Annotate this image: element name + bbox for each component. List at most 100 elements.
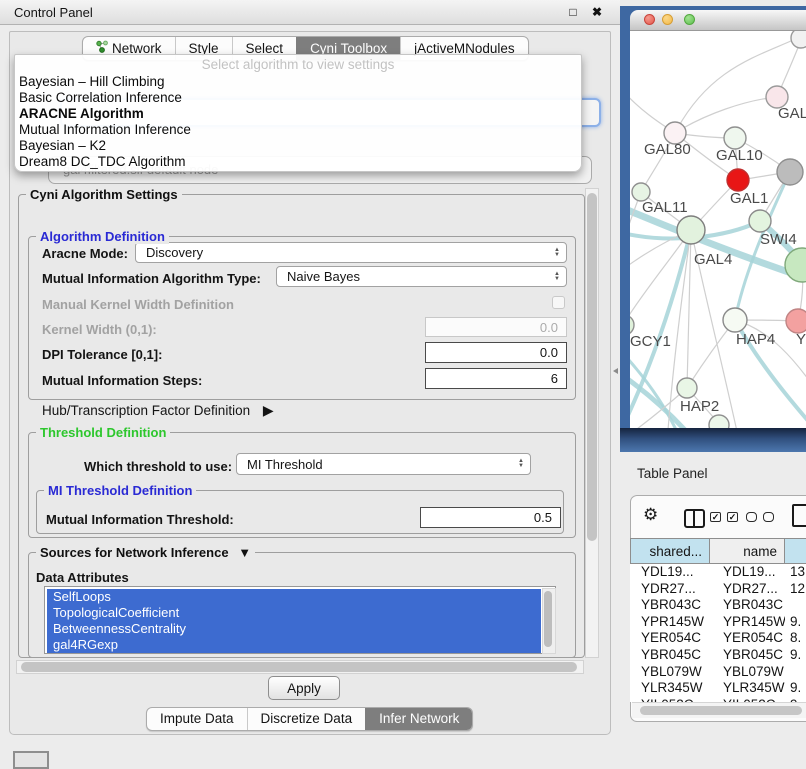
table-cell: YPR145W xyxy=(710,614,785,631)
table-panel-title: Table Panel xyxy=(637,466,708,481)
table-body: YDL19...YDL19...13YDR27...YDR27...12YBR0… xyxy=(630,564,806,702)
table-row[interactable]: YBR043CYBR043C xyxy=(630,597,806,614)
collapsed-arrow-icon: ▶ xyxy=(263,402,274,418)
network-node-y[interactable] xyxy=(786,309,806,333)
select-all-checkbox-icon[interactable]: ✓ xyxy=(710,512,721,522)
table-row[interactable]: YER054CYER054C8. xyxy=(630,630,806,647)
select-all-checkbox-icon[interactable]: ✓ xyxy=(727,512,738,522)
spinner-icon: ▲▼ xyxy=(554,272,560,282)
algorithm-option[interactable]: Bayesian – Hill Climbing xyxy=(15,74,581,90)
apply-button[interactable]: Apply xyxy=(268,676,340,700)
table-row[interactable]: YBL079WYBL079W xyxy=(630,664,806,681)
algorithm-option[interactable]: ARACNE Algorithm xyxy=(15,106,581,122)
table-row[interactable]: YPR145WYPR145W9. xyxy=(630,614,806,631)
network-node-gal10[interactable] xyxy=(724,127,746,149)
aracne-mode-combo[interactable]: Discovery ▲▼ xyxy=(135,242,567,263)
deselect-checkbox-icon[interactable] xyxy=(746,512,757,522)
network-node-swi4[interactable] xyxy=(749,210,771,232)
data-attribute-item[interactable]: gal4RGexp xyxy=(47,637,541,653)
table-row[interactable]: YDR27...YDR27...12 xyxy=(630,581,806,598)
network-node-label: GAL xyxy=(778,105,806,122)
table-cell: YBR045C xyxy=(630,647,710,664)
collapsed-panel-box[interactable] xyxy=(13,751,49,769)
network-node-label: GAL80 xyxy=(644,141,691,158)
table-cell: 13 xyxy=(785,564,806,581)
network-window-titlebar[interactable] xyxy=(630,10,806,31)
network-node-hap4[interactable] xyxy=(723,308,747,332)
zoom-traffic-light[interactable] xyxy=(684,14,695,25)
network-node-label: GAL1 xyxy=(730,190,768,207)
tab-infer-network[interactable]: Infer Network xyxy=(365,708,472,730)
network-node[interactable] xyxy=(709,415,729,428)
table-cell: 8. xyxy=(785,630,806,647)
sources-title[interactable]: Sources for Network Inference ▼ xyxy=(36,545,255,560)
spinner-icon: ▲▼ xyxy=(518,459,524,469)
network-node-gal1[interactable] xyxy=(727,169,749,191)
algorithm-option[interactable]: Dream8 DC_TDC Algorithm xyxy=(15,154,581,170)
data-attribute-item[interactable]: TopologicalCoefficient xyxy=(47,605,541,621)
hub-section-label: Hub/Transcription Factor Definition xyxy=(42,403,250,418)
network-edge[interactable] xyxy=(630,230,691,323)
mi-steps-input[interactable]: 6 xyxy=(425,368,567,389)
table-cell: 9. xyxy=(785,614,806,631)
column-header[interactable]: shared... xyxy=(630,538,710,564)
settings-vertical-scrollbar[interactable] xyxy=(585,188,599,658)
mi-type-combo[interactable]: Naive Bayes ▲▼ xyxy=(276,266,567,287)
column-header[interactable]: name xyxy=(710,538,785,564)
close-traffic-light[interactable] xyxy=(644,14,655,25)
attributes-scrollbar[interactable] xyxy=(542,588,556,654)
panel-divider-grip[interactable] xyxy=(613,368,618,374)
sources-title-label: Sources for Network Inference xyxy=(40,545,229,560)
network-canvas[interactable]: GALGAL80GAL10GAL1GAL11GAL4SWI4GCY1HAP4YH… xyxy=(630,30,806,428)
dpi-tolerance-value: 0.0 xyxy=(540,345,558,360)
gear-icon[interactable]: ⚙ xyxy=(643,505,658,525)
tab-label: Discretize Data xyxy=(261,711,353,726)
float-window-icon[interactable]: □ xyxy=(569,5,582,19)
kernel-width-input[interactable]: 0.0 xyxy=(425,317,567,337)
dpi-tolerance-input[interactable]: 0.0 xyxy=(425,342,567,363)
table-cell: YBR043C xyxy=(630,597,710,614)
table-row[interactable]: YBR045CYBR045C9. xyxy=(630,647,806,664)
network-node[interactable] xyxy=(777,159,803,185)
network-node-label: HAP4 xyxy=(736,331,775,348)
table-cell: YLR345W xyxy=(630,680,710,697)
algorithm-option[interactable]: Mutual Information Inference xyxy=(15,122,581,138)
table-row[interactable]: YLR345WYLR345W9. xyxy=(630,680,806,697)
column-header[interactable]: A xyxy=(785,538,806,564)
network-node-gal4[interactable] xyxy=(677,216,705,244)
new-table-icon[interactable] xyxy=(792,504,806,527)
network-graph[interactable]: GALGAL80GAL10GAL1GAL11GAL4SWI4GCY1HAP4YH… xyxy=(630,30,806,428)
network-node-label: SWI4 xyxy=(760,231,797,248)
tab-discretize-data[interactable]: Discretize Data xyxy=(247,708,366,730)
network-node[interactable] xyxy=(785,248,806,282)
deselect-checkbox-icon[interactable] xyxy=(763,512,774,522)
mi-type-label: Mutual Information Algorithm Type: xyxy=(42,271,261,286)
columns-icon[interactable] xyxy=(684,509,705,528)
expanded-arrow-icon: ▼ xyxy=(238,545,251,560)
mi-threshold-input[interactable]: 0.5 xyxy=(420,507,561,528)
table-horizontal-scrollbar[interactable] xyxy=(632,702,806,718)
network-node[interactable] xyxy=(791,30,806,48)
which-threshold-combo[interactable]: MI Threshold ▲▼ xyxy=(236,453,531,475)
close-icon[interactable]: ✖ xyxy=(592,5,608,19)
threshold-title: Threshold Definition xyxy=(36,425,170,440)
algorithm-option[interactable]: Bayesian – K2 xyxy=(15,138,581,154)
hub-section-toggle[interactable]: Hub/Transcription Factor Definition ▶ xyxy=(42,402,274,419)
network-node-gcy1[interactable] xyxy=(630,315,634,335)
data-attribute-item[interactable]: SelfLoops xyxy=(47,589,541,605)
table-row[interactable]: YDL19...YDL19...13 xyxy=(630,564,806,581)
settings-horizontal-scrollbar[interactable] xyxy=(16,660,584,674)
network-node-hap2[interactable] xyxy=(677,378,697,398)
minimize-traffic-light[interactable] xyxy=(662,14,673,25)
algorithm-option[interactable]: Basic Correlation Inference xyxy=(15,90,581,106)
manual-kernel-checkbox[interactable] xyxy=(552,296,565,309)
table-cell: 12 xyxy=(785,581,806,598)
network-edge[interactable] xyxy=(675,97,777,133)
table-cell: YDR27... xyxy=(630,581,710,598)
table-cell: 9. xyxy=(785,680,806,697)
mi-steps-value: 6 xyxy=(551,371,558,386)
data-attribute-item[interactable]: BetweennessCentrality xyxy=(47,621,541,637)
mi-steps-label: Mutual Information Steps: xyxy=(42,373,202,388)
network-node-label: GAL11 xyxy=(642,199,688,216)
tab-impute-data[interactable]: Impute Data xyxy=(147,708,247,730)
